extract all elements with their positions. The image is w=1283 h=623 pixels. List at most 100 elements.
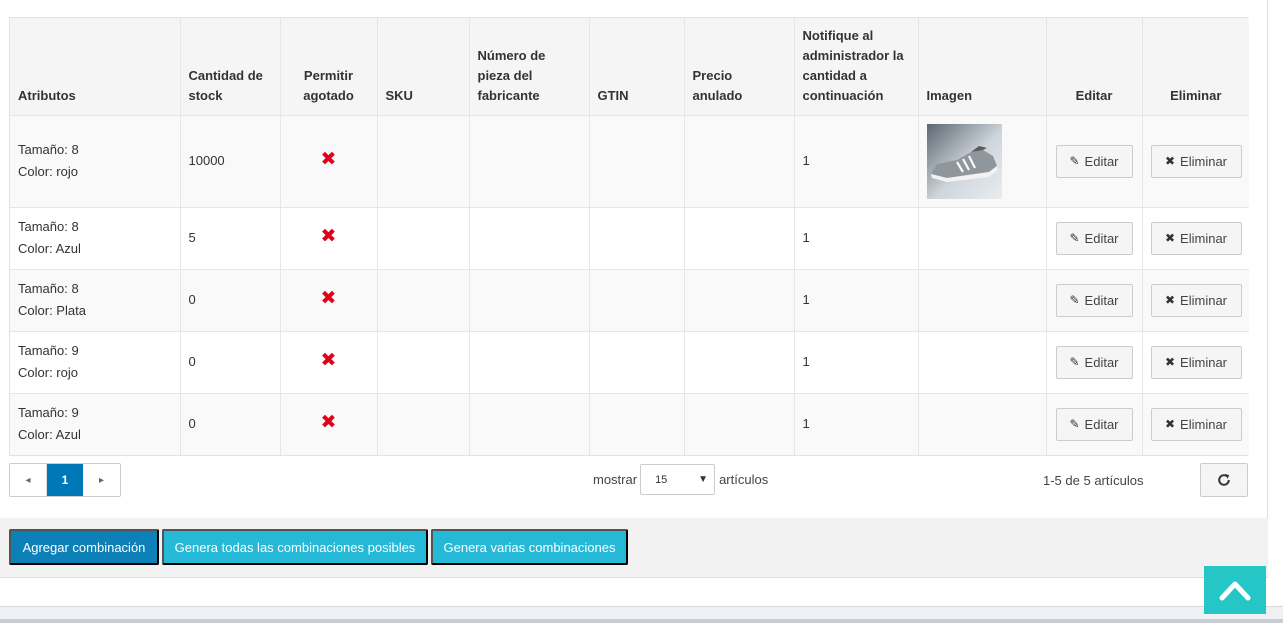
gtin-cell xyxy=(589,393,685,455)
x-mark-icon: ✖ xyxy=(320,149,337,170)
delete-cell: ✖ Eliminar xyxy=(1142,115,1249,208)
notify-cell: 1 xyxy=(794,331,919,394)
sku-cell xyxy=(377,393,470,455)
image-cell xyxy=(918,207,1047,270)
col-image: Imagen xyxy=(918,18,1047,116)
edit-button[interactable]: ✎ Editar xyxy=(1055,221,1133,255)
pencil-icon: ✎ xyxy=(1069,417,1080,432)
attributes-cell: Tamaño: 8 Color: Plata xyxy=(10,269,181,332)
x-mark-icon: ✖ xyxy=(320,288,337,309)
next-page-icon[interactable]: ▸ xyxy=(83,464,120,496)
attributes-cell: Tamaño: 8 Color: Azul xyxy=(10,207,181,270)
delete-button[interactable]: ✖ Eliminar xyxy=(1150,345,1242,379)
delete-button[interactable]: ✖ Eliminar xyxy=(1150,144,1242,178)
edit-cell: ✎ Editar xyxy=(1046,207,1143,270)
delete-label: Eliminar xyxy=(1180,416,1228,432)
attributes-cell: Tamaño: 9 Color: rojo xyxy=(10,331,181,394)
add-combination-button[interactable]: Agregar combinación xyxy=(9,529,159,565)
sku-cell xyxy=(377,331,470,394)
prev-page-icon[interactable]: ◂ xyxy=(10,464,47,496)
pencil-icon: ✎ xyxy=(1069,355,1080,369)
delete-button[interactable]: ✖ Eliminar xyxy=(1150,221,1242,255)
allow-oos-cell: ✖ xyxy=(280,393,378,455)
edit-cell: ✎ Editar xyxy=(1046,269,1143,332)
delete-label: Eliminar xyxy=(1180,230,1228,246)
times-icon: ✖ xyxy=(1164,355,1176,369)
refresh-button[interactable] xyxy=(1200,463,1248,497)
col-edit: Editar xyxy=(1046,18,1143,116)
edit-button[interactable]: ✎ Editar xyxy=(1055,407,1133,441)
times-icon: ✖ xyxy=(1164,417,1176,432)
override-price-cell xyxy=(684,269,795,332)
col-override-price: Precio anulado xyxy=(684,18,795,116)
gtin-cell xyxy=(589,269,685,332)
table-row: Tamaño: 8 Color: Plata 0 ✖ 1 ✎ Editar ✖ … xyxy=(10,269,1249,332)
edit-label: Editar xyxy=(1084,153,1119,169)
col-sku: SKU xyxy=(377,18,470,116)
color-value: Color: Azul xyxy=(18,241,81,256)
bottom-strip xyxy=(0,606,1283,623)
override-price-cell xyxy=(684,207,795,270)
edit-cell: ✎ Editar xyxy=(1046,393,1143,455)
per-page-select[interactable]: 15 ▼ xyxy=(640,464,716,495)
delete-cell: ✖ Eliminar xyxy=(1142,393,1249,455)
image-cell xyxy=(918,331,1047,394)
col-notify-admin: Notifique al administrador la cantidad a… xyxy=(794,18,919,116)
show-label: mostrar xyxy=(593,472,638,487)
edit-button[interactable]: ✎ Editar xyxy=(1055,283,1133,317)
table-row: Tamaño: 8 Color: rojo 10000 ✖ 1 ✎ Editar… xyxy=(10,115,1249,208)
edit-label: Editar xyxy=(1084,230,1119,246)
delete-button[interactable]: ✖ Eliminar xyxy=(1150,407,1242,441)
delete-button[interactable]: ✖ Eliminar xyxy=(1150,283,1242,317)
product-image[interactable] xyxy=(926,123,1002,199)
allow-oos-cell: ✖ xyxy=(280,207,378,270)
delete-cell: ✖ Eliminar xyxy=(1142,269,1249,332)
scroll-to-top-button[interactable] xyxy=(1204,566,1266,614)
stock-cell: 0 xyxy=(180,393,281,455)
sku-cell xyxy=(377,269,470,332)
allow-oos-cell: ✖ xyxy=(280,115,378,208)
col-allow-oos: Permitir agotado xyxy=(280,18,378,116)
size-value: Tamaño: 8 xyxy=(18,142,79,157)
stock-cell: 10000 xyxy=(180,115,281,208)
notify-cell: 1 xyxy=(794,115,919,208)
table-row: Tamaño: 8 Color: Azul 5 ✖ 1 ✎ Editar ✖ E… xyxy=(10,207,1249,270)
times-icon: ✖ xyxy=(1164,231,1176,245)
pencil-icon: ✎ xyxy=(1069,154,1080,168)
table-row: Tamaño: 9 Color: Azul 0 ✖ 1 ✎ Editar ✖ E… xyxy=(10,393,1249,455)
image-cell xyxy=(918,115,1047,208)
size-value: Tamaño: 8 xyxy=(18,219,79,234)
edit-button[interactable]: ✎ Editar xyxy=(1055,345,1133,379)
delete-cell: ✖ Eliminar xyxy=(1142,331,1249,394)
gtin-cell xyxy=(589,331,685,394)
attributes-cell: Tamaño: 8 Color: rojo xyxy=(10,115,181,208)
pencil-icon: ✎ xyxy=(1069,293,1080,307)
chevron-down-icon: ▼ xyxy=(698,474,709,485)
sku-cell xyxy=(377,115,470,208)
x-mark-icon: ✖ xyxy=(320,350,337,371)
color-value: Color: rojo xyxy=(18,164,78,179)
gtin-cell xyxy=(589,115,685,208)
pencil-icon: ✎ xyxy=(1069,231,1080,245)
stock-cell: 0 xyxy=(180,269,281,332)
override-price-cell xyxy=(684,115,795,208)
col-gtin: GTIN xyxy=(589,18,685,116)
x-mark-icon: ✖ xyxy=(320,226,337,247)
table-row: Tamaño: 9 Color: rojo 0 ✖ 1 ✎ Editar ✖ E… xyxy=(10,331,1249,394)
gtin-cell xyxy=(589,207,685,270)
edit-button[interactable]: ✎ Editar xyxy=(1055,144,1133,178)
notify-cell: 1 xyxy=(794,269,919,332)
delete-label: Eliminar xyxy=(1180,354,1228,370)
notify-cell: 1 xyxy=(794,393,919,455)
refresh-icon xyxy=(1218,473,1230,486)
table-header-row: Atributos Cantidad de stock Permitir ago… xyxy=(10,18,1249,116)
generate-several-button[interactable]: Genera varias combinaciones xyxy=(431,529,628,565)
attributes-cell: Tamaño: 9 Color: Azul xyxy=(10,393,181,455)
allow-oos-cell: ✖ xyxy=(280,269,378,332)
generate-all-button[interactable]: Genera todas las combinaciones posibles xyxy=(162,529,428,565)
size-value: Tamaño: 8 xyxy=(18,281,79,296)
page-number[interactable]: 1 xyxy=(47,464,83,496)
color-value: Color: Azul xyxy=(18,427,81,443)
notify-cell: 1 xyxy=(794,207,919,270)
mpn-cell xyxy=(469,115,590,208)
